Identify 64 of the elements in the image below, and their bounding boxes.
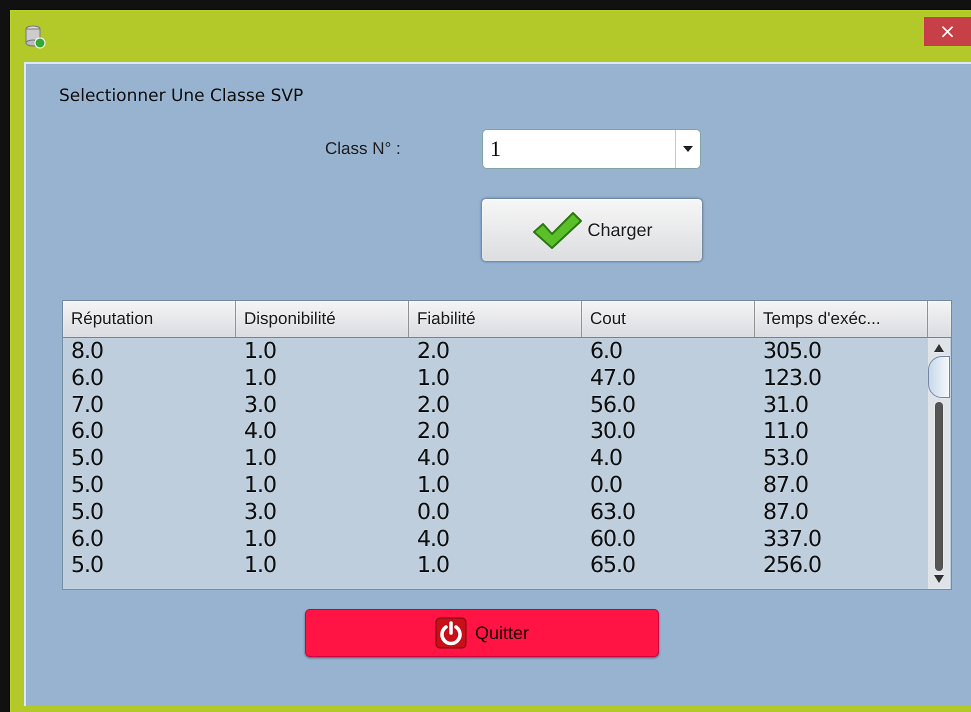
table-cell-text: 5.0 bbox=[70, 500, 104, 527]
table-cell-text: 56.0 bbox=[589, 392, 636, 420]
column-header[interactable]: Disponibilité bbox=[236, 301, 409, 337]
table-cell-text: 5.0 bbox=[70, 446, 104, 473]
table-cell-text: 6.0 bbox=[70, 419, 104, 446]
table-cell-text: 6.0 bbox=[589, 339, 623, 366]
table-cell-text: 1.0 bbox=[243, 526, 277, 554]
table-cell-text: 0.0 bbox=[589, 472, 623, 500]
close-button[interactable]: × bbox=[924, 17, 971, 46]
table-cell-text: 47.0 bbox=[589, 366, 636, 393]
table-cell-text: 2.0 bbox=[416, 419, 450, 446]
table-cell-text: 0.0 bbox=[416, 500, 450, 527]
dropdown-arrow-icon bbox=[683, 146, 693, 152]
table-cell-text: 1.0 bbox=[243, 366, 277, 393]
load-button[interactable]: Charger bbox=[481, 198, 703, 262]
table-cell-text: 3.0 bbox=[243, 392, 277, 420]
column-header[interactable]: Cout bbox=[582, 301, 755, 337]
scroll-up-icon bbox=[934, 344, 944, 352]
table-cell-text: 4.0 bbox=[416, 446, 450, 473]
table-cell-text: 60.0 bbox=[589, 526, 636, 554]
table-cell-text: 1.0 bbox=[243, 446, 277, 473]
table-cell-text: 3.0 bbox=[243, 500, 277, 527]
table-cell-text: 1.0 bbox=[243, 472, 277, 500]
table-cell-text: 2.0 bbox=[416, 392, 450, 420]
table-cell-text: 87.0 bbox=[762, 472, 809, 500]
scroll-thumb[interactable] bbox=[928, 356, 950, 398]
table-cell-text: 7.0 bbox=[70, 392, 104, 420]
table-cell-text: 87.0 bbox=[762, 500, 809, 527]
table-cell-text: 1.0 bbox=[416, 472, 450, 500]
table-cell-text: 1.0 bbox=[416, 366, 450, 393]
power-icon bbox=[434, 617, 467, 649]
instruction-text: Selectionner Une Classe SVP bbox=[59, 86, 304, 106]
table-cell-text: 337.0 bbox=[762, 526, 822, 554]
table-cell-text: 4.0 bbox=[243, 419, 277, 446]
table-cell-text: 6.0 bbox=[70, 366, 104, 393]
table-cell-text: 63.0 bbox=[589, 500, 636, 527]
table-cell-text: 1.0 bbox=[416, 553, 450, 580]
scrollbar[interactable] bbox=[928, 338, 950, 589]
table-cell-text: 8.0 bbox=[70, 339, 104, 366]
table-cell-text: 31.0 bbox=[762, 392, 809, 420]
table-cell-text: 305.0 bbox=[762, 339, 822, 366]
table-cell-text: 4.0 bbox=[589, 446, 623, 473]
class-label: Class N° : bbox=[325, 139, 402, 159]
table-cell-text: 30.0 bbox=[589, 419, 636, 446]
table-cell-text: 2.0 bbox=[416, 339, 450, 366]
table-cell-text: 6.0 bbox=[70, 526, 104, 554]
checkmark-icon bbox=[531, 210, 584, 250]
column-header[interactable]: Réputation bbox=[63, 301, 236, 337]
column-header[interactable]: Temps d'exéc... bbox=[755, 301, 928, 337]
table-cell-text: 53.0 bbox=[762, 446, 809, 473]
table-cell-text: 11.0 bbox=[762, 419, 809, 446]
table-cell-text: 5.0 bbox=[70, 553, 104, 580]
table-cell-text: 5.0 bbox=[70, 472, 104, 500]
table-cell-text: 1.0 bbox=[243, 339, 277, 366]
column-header[interactable]: Fiabilité bbox=[409, 301, 582, 337]
database-icon bbox=[24, 25, 46, 49]
table-cell-text: 123.0 bbox=[762, 366, 822, 393]
table-cell-text: 256.0 bbox=[762, 553, 822, 580]
table-cell-text: 4.0 bbox=[416, 526, 450, 554]
table-cell-text: 1.0 bbox=[243, 553, 277, 580]
table-cell-text: 65.0 bbox=[589, 553, 636, 580]
class-dropdown[interactable]: 1 bbox=[482, 129, 701, 169]
quit-button[interactable]: Quitter bbox=[305, 609, 659, 657]
scroll-down-icon bbox=[934, 575, 944, 583]
